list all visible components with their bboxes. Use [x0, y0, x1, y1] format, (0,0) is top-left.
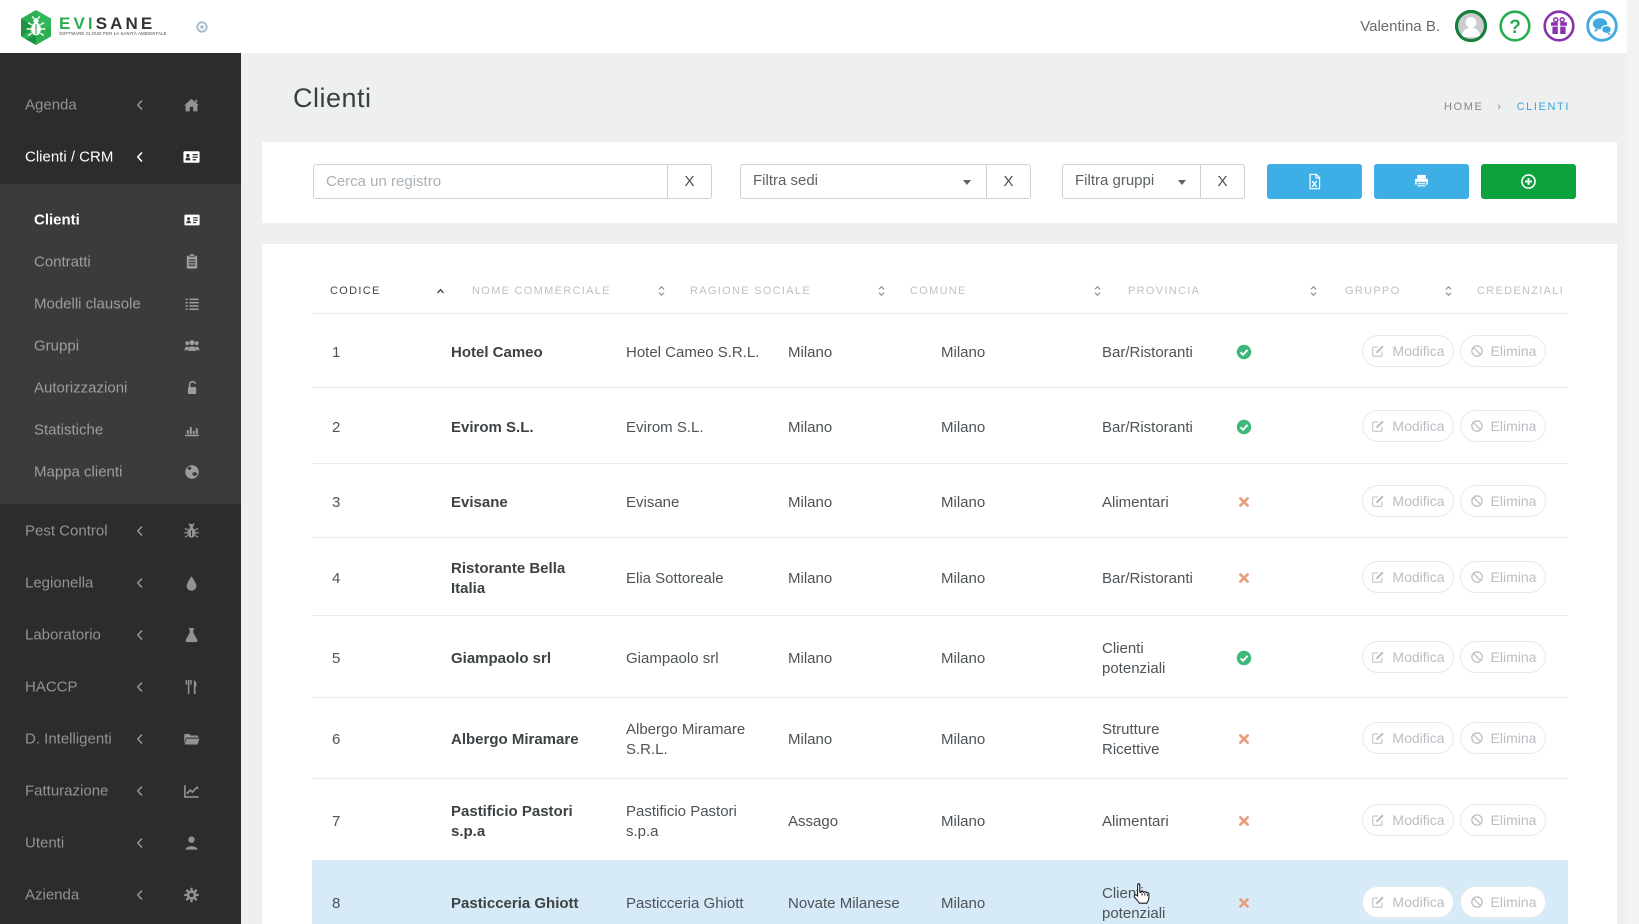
svg-text:?: ?: [1509, 17, 1521, 38]
